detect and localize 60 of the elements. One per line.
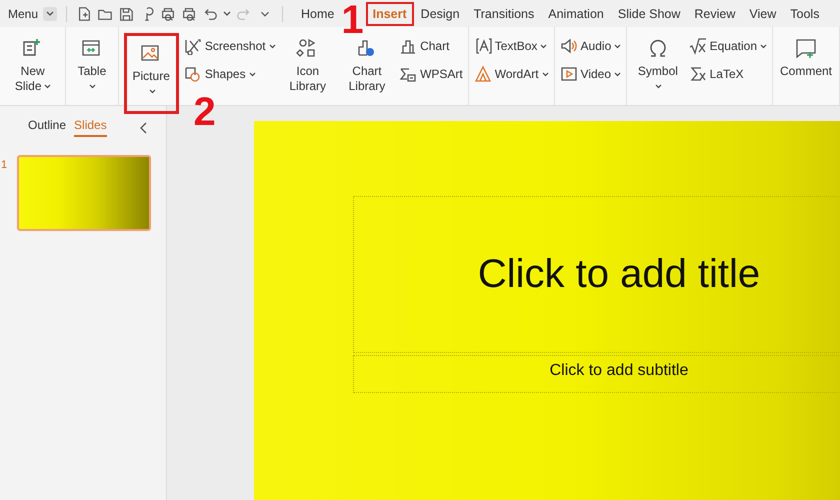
ribbon-button[interactable]: New Slide (5, 33, 60, 98)
slide-thumbnail[interactable] (17, 155, 151, 231)
textbox-icon (474, 37, 492, 55)
caret-icon[interactable] (223, 10, 232, 18)
slide-number: 1 (1, 159, 8, 171)
ribbon-tab[interactable]: Tools (783, 2, 826, 26)
ribbon-button[interactable]: Equation (688, 37, 767, 55)
square-root-icon (688, 37, 707, 55)
ribbon-button[interactable]: Icon Library (280, 33, 335, 98)
ribbon-tab[interactable]: Home (294, 2, 342, 26)
title-placeholder[interactable]: Click to add title (353, 196, 840, 353)
caret-icon (248, 72, 256, 76)
ribbon-button[interactable]: WordArt (474, 65, 549, 83)
ribbon-tab[interactable]: Transitions (466, 2, 542, 26)
panel-tab[interactable]: Outline (28, 118, 66, 137)
ribbon-tab[interactable]: Design (414, 2, 467, 26)
caret-icon (614, 44, 622, 48)
sigma-icon (688, 65, 707, 83)
subtitle-placeholder[interactable]: Click to add subtitle (353, 355, 840, 393)
menu-button[interactable]: Menu (8, 6, 38, 20)
caret-icon (44, 84, 50, 90)
caret-icon (614, 72, 622, 76)
ribbon-button[interactable]: LaTeX (688, 65, 767, 83)
caret-icon (655, 84, 662, 90)
ribbon-button[interactable]: Video (560, 65, 622, 83)
callout-number: 2 (194, 95, 216, 129)
print-preview-icon[interactable] (181, 6, 198, 22)
caret-icon (268, 44, 276, 48)
caret-icon[interactable] (45, 10, 56, 18)
ribbon-button[interactable]: Audio (560, 37, 622, 55)
shapes-icon (184, 65, 202, 83)
ribbon-tab[interactable]: View (742, 2, 784, 26)
speaker-icon (560, 37, 578, 55)
caret-icon (760, 44, 767, 48)
wordart-icon (474, 65, 492, 83)
caret-icon (540, 44, 548, 48)
title-placeholder-text: Click to add title (478, 252, 760, 297)
video-icon (560, 65, 578, 83)
scissors-icon (184, 37, 202, 55)
caret-icon (148, 89, 156, 94)
ribbon-button[interactable]: Picture (124, 33, 179, 114)
ribbon-tab[interactable]: Review (687, 2, 742, 26)
ribbon-button[interactable]: Comment (778, 33, 834, 83)
comment-add-icon (794, 37, 818, 61)
save-icon[interactable] (118, 6, 134, 22)
ribbon-button[interactable]: Screenshot (184, 37, 276, 55)
ribbon-button[interactable]: Table (71, 33, 113, 98)
new-file-icon[interactable] (76, 6, 92, 22)
ribbon-tab[interactable]: Slide Show (610, 2, 688, 26)
ribbon-button[interactable]: TextBox (474, 37, 549, 55)
print-preview-icon[interactable] (160, 6, 176, 22)
caret-icon (542, 72, 549, 76)
ribbon-button[interactable]: Symbol (632, 33, 684, 98)
ribbon-tab[interactable]: Animation (541, 2, 611, 26)
subtitle-placeholder-text: Click to add subtitle (550, 362, 688, 380)
caret-icon (89, 84, 96, 90)
ribbon-button[interactable]: WPSArt (399, 65, 463, 83)
collapse-icon[interactable] (138, 120, 148, 134)
ribbon-button[interactable]: Chart (399, 37, 463, 55)
ribbon-button[interactable]: Shapes (184, 65, 276, 83)
